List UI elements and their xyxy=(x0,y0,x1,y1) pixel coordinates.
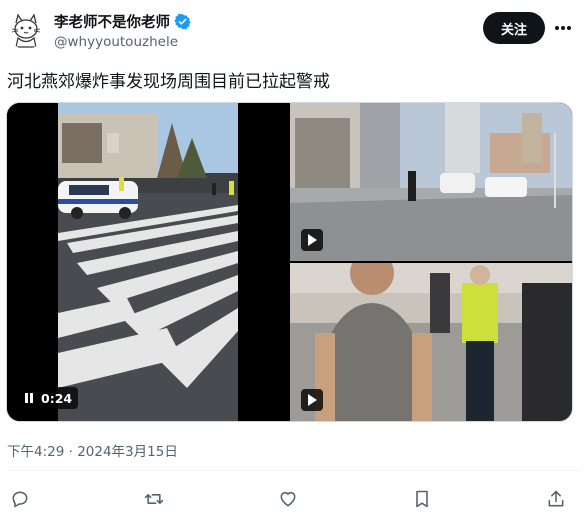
divider xyxy=(6,470,580,471)
video-duration: 0:24 xyxy=(41,390,73,406)
share-icon[interactable] xyxy=(541,484,571,514)
bookmark-icon[interactable] xyxy=(407,484,437,514)
pause-icon[interactable] xyxy=(25,393,35,403)
thumbnail-image-2 xyxy=(290,263,572,421)
avatar[interactable] xyxy=(6,9,46,49)
media-thumbnail-2[interactable] xyxy=(290,263,572,421)
video-frame xyxy=(7,103,288,421)
video-controls[interactable]: 0:24 xyxy=(19,387,79,409)
follow-button[interactable]: 关注 xyxy=(483,12,545,44)
tweet-text: 河北燕郊爆炸事发现场周围目前已拉起警戒 xyxy=(7,72,330,92)
tweet-header: 李老师不是你老师 @whyyoutouzhele 关注 xyxy=(0,0,586,60)
handle[interactable]: @whyyoutouzhele xyxy=(54,34,178,50)
action-bar xyxy=(0,484,586,514)
verified-badge-icon xyxy=(174,13,191,30)
like-icon[interactable] xyxy=(273,484,303,514)
display-name[interactable]: 李老师不是你老师 xyxy=(54,11,170,32)
thumbnail-image-1 xyxy=(290,103,572,261)
tweet-timestamp[interactable]: 下午4:29 · 2024年3月15日 xyxy=(7,440,178,460)
name-row: 李老师不是你老师 xyxy=(54,11,191,32)
video-player[interactable]: 0:24 xyxy=(7,103,288,421)
media-grid: 0:24 xyxy=(6,102,573,422)
play-icon[interactable] xyxy=(301,229,323,251)
reply-icon[interactable] xyxy=(5,484,35,514)
more-options-icon[interactable] xyxy=(551,18,575,38)
cat-sketch-icon xyxy=(11,13,41,48)
play-icon[interactable] xyxy=(301,389,323,411)
retweet-icon[interactable] xyxy=(139,484,169,514)
media-thumbnail-1[interactable] xyxy=(290,103,572,261)
